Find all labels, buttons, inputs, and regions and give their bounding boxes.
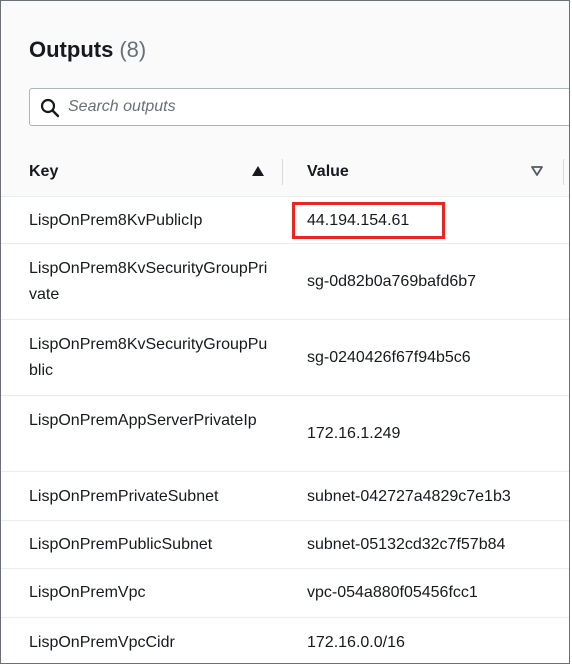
output-value: 172.16.1.249 xyxy=(307,425,401,442)
output-value: sg-0d82b0a769bafd6b7 xyxy=(307,273,477,290)
column-header-key[interactable]: Key xyxy=(29,148,58,196)
table-row: LispOnPrem8KvSecurityGroupPublic sg-0240… xyxy=(1,320,569,396)
table-row: LispOnPrem8KvPublicIp 44.194.154.61 xyxy=(1,197,569,244)
panel-title: Outputs (8) xyxy=(29,37,146,63)
column-header-value[interactable]: Value xyxy=(307,148,349,196)
output-key: LispOnPremVpcCidr xyxy=(29,634,175,651)
table-header: Key Value xyxy=(1,148,569,197)
output-value: subnet-05132cd32c7f57b84 xyxy=(307,536,506,553)
output-key: LispOnPrem8KvSecurityGroupPrivate xyxy=(29,260,268,303)
output-value: vpc-054a880f05456fcc1 xyxy=(307,584,478,601)
output-key: LispOnPrem8KvSecurityGroupPublic xyxy=(29,336,268,379)
table-row: LispOnPremAppServerPrivateIp 172.16.1.24… xyxy=(1,396,569,472)
table-row: LispOnPremVpcCidr 172.16.0.0/16 xyxy=(1,618,569,663)
column-divider[interactable] xyxy=(563,159,564,185)
highlight-box xyxy=(292,202,445,239)
output-value: sg-0240426f67f94b5c6 xyxy=(307,349,471,366)
table-body: LispOnPrem8KvPublicIp 44.194.154.61 Lisp… xyxy=(1,197,569,663)
table-row: LispOnPremPublicSubnet subnet-05132cd32c… xyxy=(1,521,569,569)
column-divider[interactable] xyxy=(282,159,283,185)
output-key: LispOnPremVpc xyxy=(29,584,146,601)
sort-descending-icon[interactable] xyxy=(530,165,544,177)
output-value: subnet-042727a4829c7e1b3 xyxy=(307,488,511,505)
table-row: LispOnPremPrivateSubnet subnet-042727a48… xyxy=(1,472,569,521)
panel-header: Outputs (8) xyxy=(1,1,569,148)
output-key: LispOnPrem8KvPublicIp xyxy=(29,212,203,229)
output-value: 172.16.0.0/16 xyxy=(307,634,405,651)
sort-ascending-icon[interactable] xyxy=(251,165,265,177)
search-icon xyxy=(40,98,60,118)
panel-title-text: Outputs xyxy=(29,37,114,62)
search-input[interactable] xyxy=(68,95,548,119)
output-key: LispOnPremPrivateSubnet xyxy=(29,488,219,505)
output-key: LispOnPremPublicSubnet xyxy=(29,536,213,553)
outputs-count: (8) xyxy=(119,37,147,62)
table-row: LispOnPrem8KvSecurityGroupPrivate sg-0d8… xyxy=(1,244,569,320)
search-box[interactable] xyxy=(29,88,569,126)
output-key: LispOnPremAppServerPrivateIp xyxy=(29,412,257,429)
outputs-panel: Outputs(8) Key Value LispOnPrem8KvPublic… xyxy=(0,0,570,664)
table-row: LispOnPremVpc vpc-054a880f05456fcc1 xyxy=(1,569,569,618)
